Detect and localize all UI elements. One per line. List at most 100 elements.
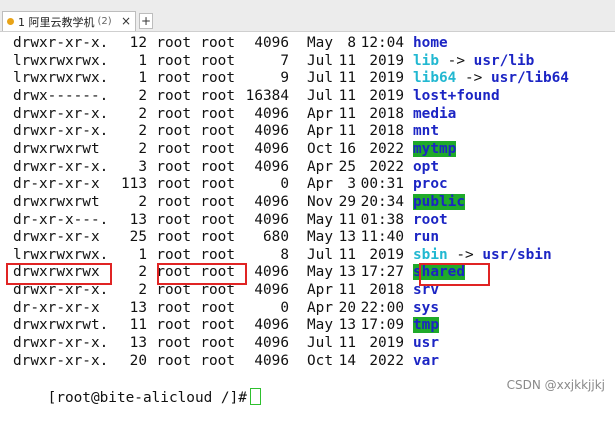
link-arrow: -> xyxy=(447,52,465,69)
entry-perm: drwxrwxrwt xyxy=(13,193,100,210)
entry-owner: root xyxy=(156,158,191,175)
entry-time: 2019 xyxy=(369,70,404,87)
entry-size: 4096 xyxy=(254,352,289,369)
entry-time: 01:38 xyxy=(360,211,404,228)
list-item: drwx------. 2 root root 16384 Jul 11 2019 lost+f… xyxy=(13,88,500,105)
annotation-box-shared xyxy=(419,263,490,286)
entry-links: 11 xyxy=(129,317,147,334)
entry-size: 4096 xyxy=(254,335,289,352)
close-icon[interactable]: × xyxy=(121,14,131,28)
entry-time: 17:27 xyxy=(360,264,404,281)
entry-mon: Apr xyxy=(307,176,333,193)
link-target: usr/sbin xyxy=(482,246,552,263)
entry-time: 2019 xyxy=(369,246,404,263)
entry-time: 2019 xyxy=(369,87,404,104)
entry-group: root xyxy=(200,211,235,228)
entry-mon: May xyxy=(307,35,333,51)
entry-day: 20 xyxy=(338,299,356,316)
entry-size: 9 xyxy=(280,70,289,87)
entry-links: 2 xyxy=(138,123,147,140)
terminal-output[interactable]: drwxr-xr-x. 12 root root 4096 May 8 12:04 home lr… xyxy=(0,32,615,406)
entry-name: tmp xyxy=(413,317,439,334)
entry-links: 2 xyxy=(138,282,147,299)
list-item: drwxr-xr-x. 3 root root 4096 Apr 25 2022 opt xyxy=(13,159,439,176)
session-tab-title: 1 阿里云教学机 xyxy=(18,15,95,29)
entry-perm: dr-xr-xr-x xyxy=(13,176,100,193)
entry-size: 4096 xyxy=(254,35,289,51)
list-item: drwxrwxrwt 2 root root 4096 Oct 16 2022 mytmp xyxy=(13,140,457,158)
entry-day: 13 xyxy=(338,229,356,246)
entry-mon: May xyxy=(307,229,333,246)
list-item: lrwxrwxrwx. 1 root root 7 Jul 11 2019 lib -> usr… xyxy=(13,53,534,70)
entry-name: proc xyxy=(413,176,448,193)
entry-group: root xyxy=(200,317,235,334)
entry-name: sbin xyxy=(413,246,448,263)
entry-mon: Jul xyxy=(307,246,333,263)
entry-name: opt xyxy=(413,158,439,175)
entry-links: 2 xyxy=(138,87,147,104)
list-item: drwxr-xr-x. 13 root root 4096 Jul 11 2019 usr xyxy=(13,335,439,352)
entry-size: 4096 xyxy=(254,193,289,210)
entry-name: lost+found xyxy=(413,87,500,104)
list-item: drwxr-xr-x. 12 root root 4096 May 8 12:04 home xyxy=(13,35,448,52)
entry-name: sys xyxy=(413,299,439,316)
entry-group: root xyxy=(200,35,235,51)
entry-size: 0 xyxy=(280,299,289,316)
list-item: drwxr-xr-x 25 root root 680 May 13 11:40 run xyxy=(13,229,439,246)
entry-time: 2018 xyxy=(369,123,404,140)
entry-perm: drwxr-xr-x. xyxy=(13,105,109,122)
entry-name: run xyxy=(413,229,439,246)
watermark: CSDN @xxjkkjjkj xyxy=(506,378,605,392)
entry-owner: root xyxy=(156,87,191,104)
tab-bar: 1 阿里云教学机 (2) × + xyxy=(0,0,615,32)
entry-day: 11 xyxy=(338,105,356,122)
entry-mon: Oct xyxy=(307,140,333,157)
entry-links: 2 xyxy=(138,193,147,210)
entry-owner: root xyxy=(156,176,191,193)
entry-name: home xyxy=(413,35,448,51)
entry-group: root xyxy=(200,52,235,69)
entry-mon: Oct xyxy=(307,352,333,369)
entry-name: mytmp xyxy=(413,140,457,157)
entry-day: 11 xyxy=(338,123,356,140)
entry-perm: drwxr-xr-x. xyxy=(13,352,109,369)
entry-size: 4096 xyxy=(254,105,289,122)
entry-name: public xyxy=(413,193,465,210)
entry-name: lib xyxy=(413,52,439,69)
entry-day: 11 xyxy=(338,70,356,87)
entry-day: 13 xyxy=(338,264,356,281)
entry-perm: drwxr-xr-x. xyxy=(13,158,109,175)
entry-size: 16384 xyxy=(245,87,289,104)
entry-group: root xyxy=(200,158,235,175)
entry-perm: dr-xr-xr-x xyxy=(13,299,100,316)
list-item: drwxrwxrwt. 11 root root 4096 May 13 17:09 tmp xyxy=(13,317,439,334)
entry-perm: drwxr-xr-x. xyxy=(13,35,109,51)
entry-time: 2018 xyxy=(369,105,404,122)
entry-size: 4096 xyxy=(254,158,289,175)
entry-mon: Apr xyxy=(307,158,333,175)
session-tab[interactable]: 1 阿里云教学机 (2) × xyxy=(2,11,136,31)
entry-owner: root xyxy=(156,317,191,334)
entry-size: 4096 xyxy=(254,317,289,334)
entry-mon: Nov xyxy=(307,193,333,210)
session-status-icon xyxy=(7,18,14,25)
entry-links: 1 xyxy=(138,246,147,263)
entry-mon: Apr xyxy=(307,105,333,122)
entry-links: 2 xyxy=(138,140,147,157)
list-item: dr-xr-x---. 13 root root 4096 May 11 01:38 root xyxy=(13,212,448,229)
entry-name: lib64 xyxy=(413,70,457,87)
entry-group: root xyxy=(200,176,235,193)
entry-perm: lrwxrwxrwx. xyxy=(13,52,109,69)
entry-day: 11 xyxy=(338,87,356,104)
entry-group: root xyxy=(200,105,235,122)
entry-owner: root xyxy=(156,246,191,263)
link-arrow: -> xyxy=(456,246,474,263)
entry-owner: root xyxy=(156,299,191,316)
entry-links: 2 xyxy=(138,264,147,281)
list-item: lrwxrwxrwx. 1 root root 9 Jul 11 2019 lib64 -> u… xyxy=(13,70,569,87)
entry-time: 2019 xyxy=(369,335,404,352)
entry-time: 12:04 xyxy=(360,35,404,51)
session-tab-count: (2) xyxy=(97,16,112,27)
new-tab-button[interactable]: + xyxy=(139,13,153,29)
entry-mon: Jul xyxy=(307,335,333,352)
